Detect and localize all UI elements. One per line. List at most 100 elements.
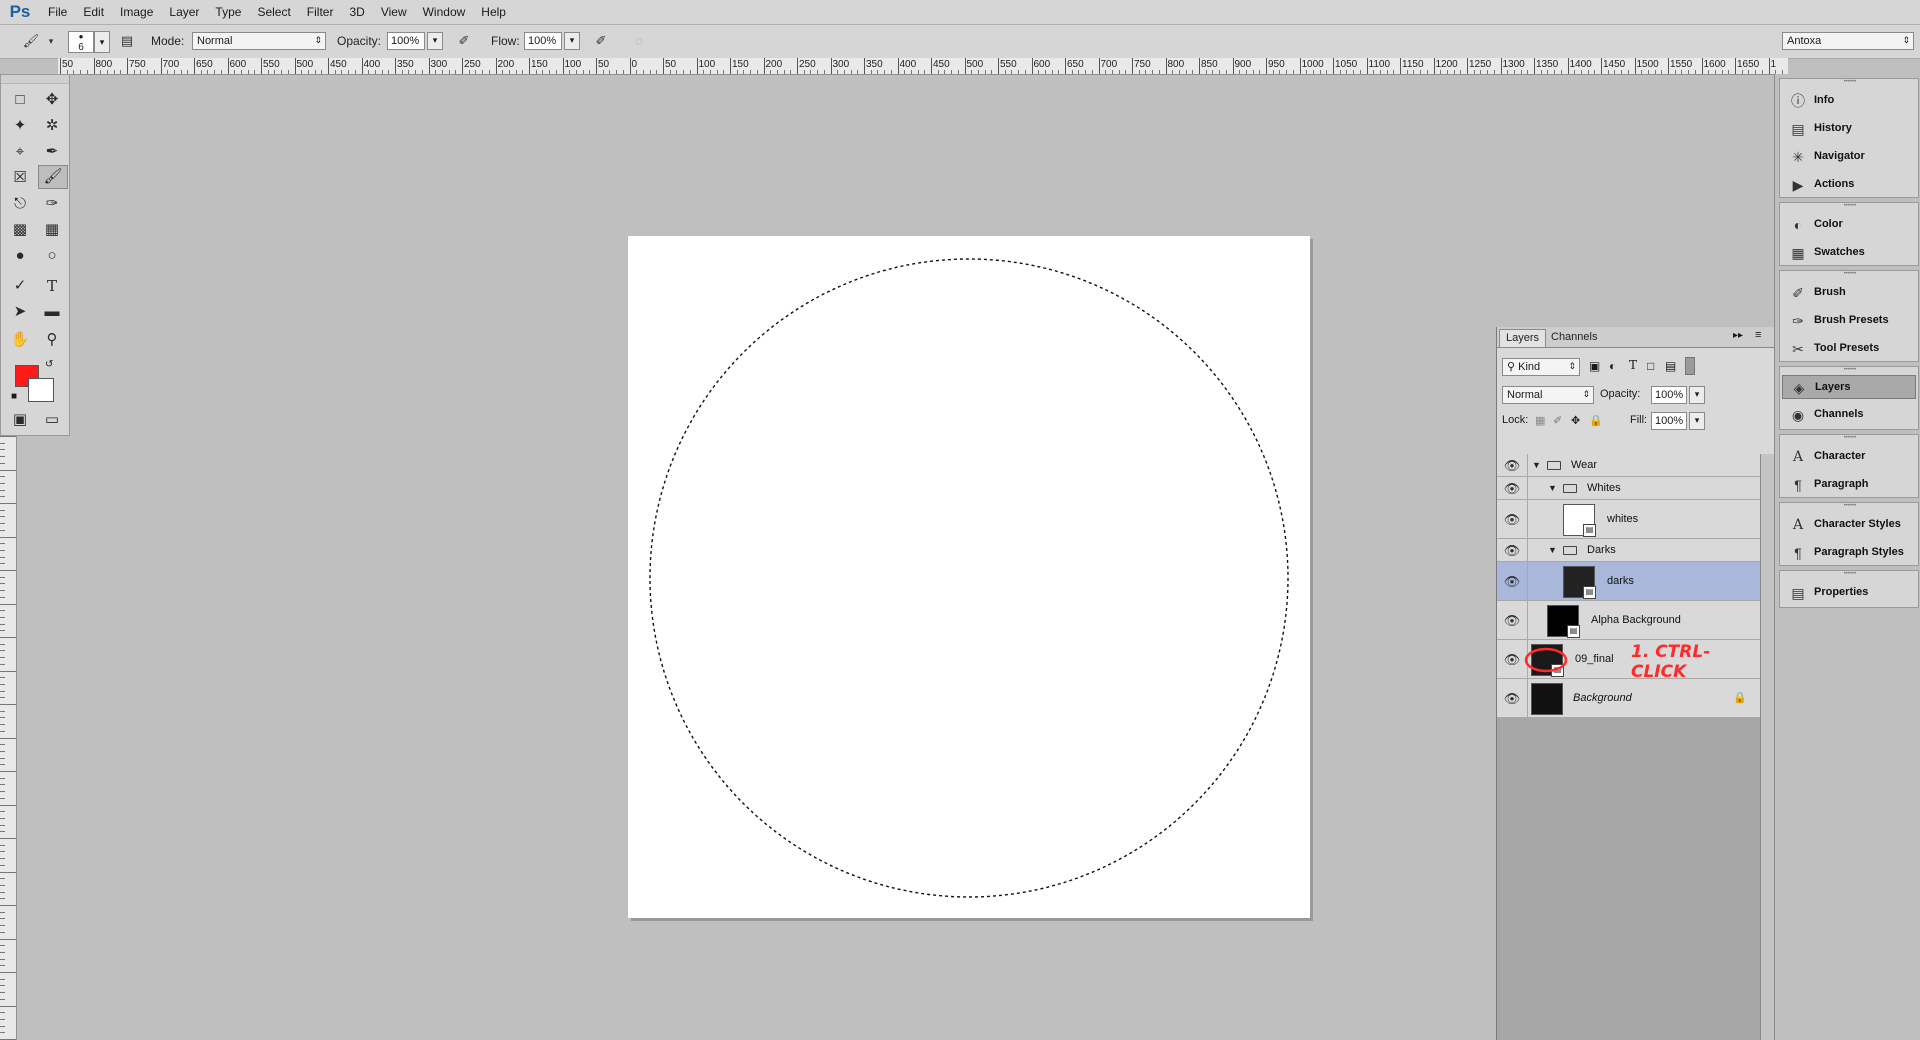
brush-size-field[interactable]: ● 6: [68, 31, 94, 53]
healing-brush-tool-icon[interactable]: ☒: [7, 167, 33, 189]
lock-position-icon[interactable]: ✥: [1571, 414, 1580, 427]
dock-color[interactable]: ◐ Color: [1782, 213, 1916, 237]
workspace-select[interactable]: Antoxa ⇕: [1782, 32, 1914, 50]
menu-file[interactable]: File: [40, 5, 75, 19]
menu-view[interactable]: View: [373, 5, 415, 19]
fill-dropdown[interactable]: ▾: [1689, 412, 1705, 430]
twirl-down-icon[interactable]: ▼: [1548, 483, 1557, 493]
zoom-tool-icon[interactable]: ⚲: [39, 329, 65, 351]
dock-character-styles[interactable]: A Character Styles: [1782, 513, 1916, 537]
twirl-down-icon[interactable]: ▼: [1548, 545, 1557, 555]
dock-actions[interactable]: ▶ Actions: [1782, 173, 1916, 197]
layer-filter-select[interactable]: ⚲ Kind ⇕: [1502, 358, 1580, 376]
background-color-swatch[interactable]: [28, 378, 54, 402]
pressure-opacity-icon[interactable]: ✐: [455, 32, 473, 50]
screen-mode-icon[interactable]: ▭: [39, 409, 65, 431]
menu-image[interactable]: Image: [112, 5, 161, 19]
dodge-tool-icon[interactable]: ○: [39, 245, 65, 267]
eyedropper-tool-icon[interactable]: ✒: [39, 141, 65, 163]
chevron-down-icon[interactable]: ▾: [42, 32, 60, 50]
dock-properties[interactable]: ▤ Properties: [1782, 581, 1916, 605]
lasso-tool-icon[interactable]: ✦: [7, 115, 33, 137]
dock-history[interactable]: ▤ History: [1782, 117, 1916, 141]
clone-stamp-tool-icon[interactable]: ⎋: [7, 193, 33, 215]
filter-pixel-icon[interactable]: ▣: [1589, 359, 1600, 373]
lock-pixels-icon[interactable]: ✐: [1553, 414, 1562, 427]
filter-smart-object-icon[interactable]: ▤: [1665, 359, 1676, 373]
dock-navigator[interactable]: ✳ Navigator: [1782, 145, 1916, 169]
dock-paragraph[interactable]: ¶ Paragraph: [1782, 473, 1916, 497]
menu-help[interactable]: Help: [473, 5, 514, 19]
filter-shape-icon[interactable]: □: [1647, 359, 1654, 373]
opacity-dropdown[interactable]: ▾: [427, 32, 443, 50]
visibility-eye-icon[interactable]: 👁: [1499, 574, 1525, 590]
layer-group-wear[interactable]: 👁 ▼ Wear: [1497, 454, 1760, 477]
visibility-eye-icon[interactable]: 👁: [1499, 458, 1525, 474]
default-colors-icon[interactable]: ■: [11, 391, 17, 402]
visibility-eye-icon[interactable]: 👁: [1499, 691, 1525, 707]
layer-darks[interactable]: 👁 ▤ darks: [1497, 562, 1760, 601]
dock-swatches[interactable]: ▦ Swatches: [1782, 241, 1916, 265]
brush-preset-picker-icon[interactable]: 🖌: [22, 32, 40, 50]
lock-all-icon[interactable]: 🔒: [1589, 414, 1603, 427]
visibility-eye-icon[interactable]: 👁: [1499, 512, 1525, 528]
flow-field[interactable]: 100%: [524, 32, 562, 50]
visibility-eye-icon[interactable]: 👁: [1499, 613, 1525, 629]
horizontal-ruler[interactable]: 50 800 750 700 650 600 550 500 450 400 350 300 250 20…: [58, 58, 1788, 75]
dock-grip[interactable]: ••••••: [1780, 571, 1920, 577]
mode-select[interactable]: Normal ⇕: [192, 32, 326, 50]
layer-background[interactable]: 👁 Background 🔒: [1497, 679, 1760, 718]
airbrush-icon[interactable]: ✐: [592, 32, 610, 50]
dock-character[interactable]: A Character: [1782, 445, 1916, 469]
menu-window[interactable]: Window: [415, 5, 474, 19]
opacity-field[interactable]: 100%: [387, 32, 425, 50]
brush-tool-icon[interactable]: 🖌: [38, 165, 68, 189]
eraser-tool-icon[interactable]: ▩: [7, 219, 33, 241]
dock-brush[interactable]: ✐ Brush: [1782, 281, 1916, 305]
pen-tool-icon[interactable]: ✓: [7, 275, 33, 297]
menu-select[interactable]: Select: [249, 5, 298, 19]
brush-size-dropdown[interactable]: ▾: [94, 31, 110, 53]
layer-group-whites[interactable]: 👁 ▼ Whites: [1497, 477, 1760, 500]
collapse-panel-icon[interactable]: ▸▸: [1733, 330, 1743, 341]
visibility-eye-icon[interactable]: 👁: [1499, 481, 1525, 497]
gradient-tool-icon[interactable]: ▦: [39, 219, 65, 241]
path-selection-tool-icon[interactable]: ➤: [7, 301, 33, 323]
tab-channels[interactable]: Channels: [1545, 329, 1603, 346]
marquee-tool-icon[interactable]: □: [7, 89, 33, 111]
fill-field[interactable]: 100%: [1651, 412, 1687, 430]
visibility-eye-icon[interactable]: 👁: [1499, 652, 1525, 668]
rectangle-tool-icon[interactable]: ▬: [39, 301, 65, 323]
lock-transparency-icon[interactable]: ▦: [1535, 414, 1545, 427]
pressure-size-icon[interactable]: ◌: [630, 32, 648, 50]
dock-grip[interactable]: ••••••: [1780, 79, 1920, 85]
toolbox-grip[interactable]: [1, 75, 69, 84]
dock-grip[interactable]: ••••••: [1780, 203, 1920, 209]
type-tool-icon[interactable]: T: [39, 275, 65, 297]
hand-tool-icon[interactable]: ✋: [7, 329, 33, 351]
dock-grip[interactable]: ••••••: [1780, 271, 1920, 277]
menu-type[interactable]: Type: [207, 5, 249, 19]
crop-tool-icon[interactable]: ⌖: [7, 141, 33, 163]
layer-09-final[interactable]: 👁 ▤ 09_final 1. CTRL-CLICK: [1497, 640, 1760, 682]
flow-dropdown[interactable]: ▾: [564, 32, 580, 50]
move-tool-icon[interactable]: ✥: [39, 89, 65, 111]
menu-edit[interactable]: Edit: [75, 5, 112, 19]
magic-wand-tool-icon[interactable]: ✲: [39, 115, 65, 137]
dock-grip[interactable]: ••••••: [1780, 435, 1920, 441]
panel-menu-icon[interactable]: ≡: [1755, 329, 1761, 341]
menu-layer[interactable]: Layer: [161, 5, 207, 19]
quick-mask-icon[interactable]: ▣: [7, 409, 33, 431]
dock-channels[interactable]: ◉ Channels: [1782, 403, 1916, 427]
layer-whites[interactable]: 👁 ▤ whites: [1497, 500, 1760, 539]
blur-tool-icon[interactable]: ●: [7, 245, 33, 267]
layer-blend-mode-select[interactable]: Normal ⇕: [1502, 386, 1594, 404]
layer-group-darks[interactable]: 👁 ▼ Darks: [1497, 539, 1760, 562]
layer-alpha-background[interactable]: 👁 ▤ Alpha Background: [1497, 601, 1760, 640]
dock-brush-presets[interactable]: ✑ Brush Presets: [1782, 309, 1916, 333]
dock-grip[interactable]: ••••••: [1780, 503, 1920, 509]
layer-opacity-dropdown[interactable]: ▾: [1689, 386, 1705, 404]
dock-paragraph-styles[interactable]: ¶ Paragraph Styles: [1782, 541, 1916, 565]
filter-toggle-icon[interactable]: [1685, 357, 1695, 375]
dock-grip[interactable]: ••••••: [1780, 367, 1920, 373]
